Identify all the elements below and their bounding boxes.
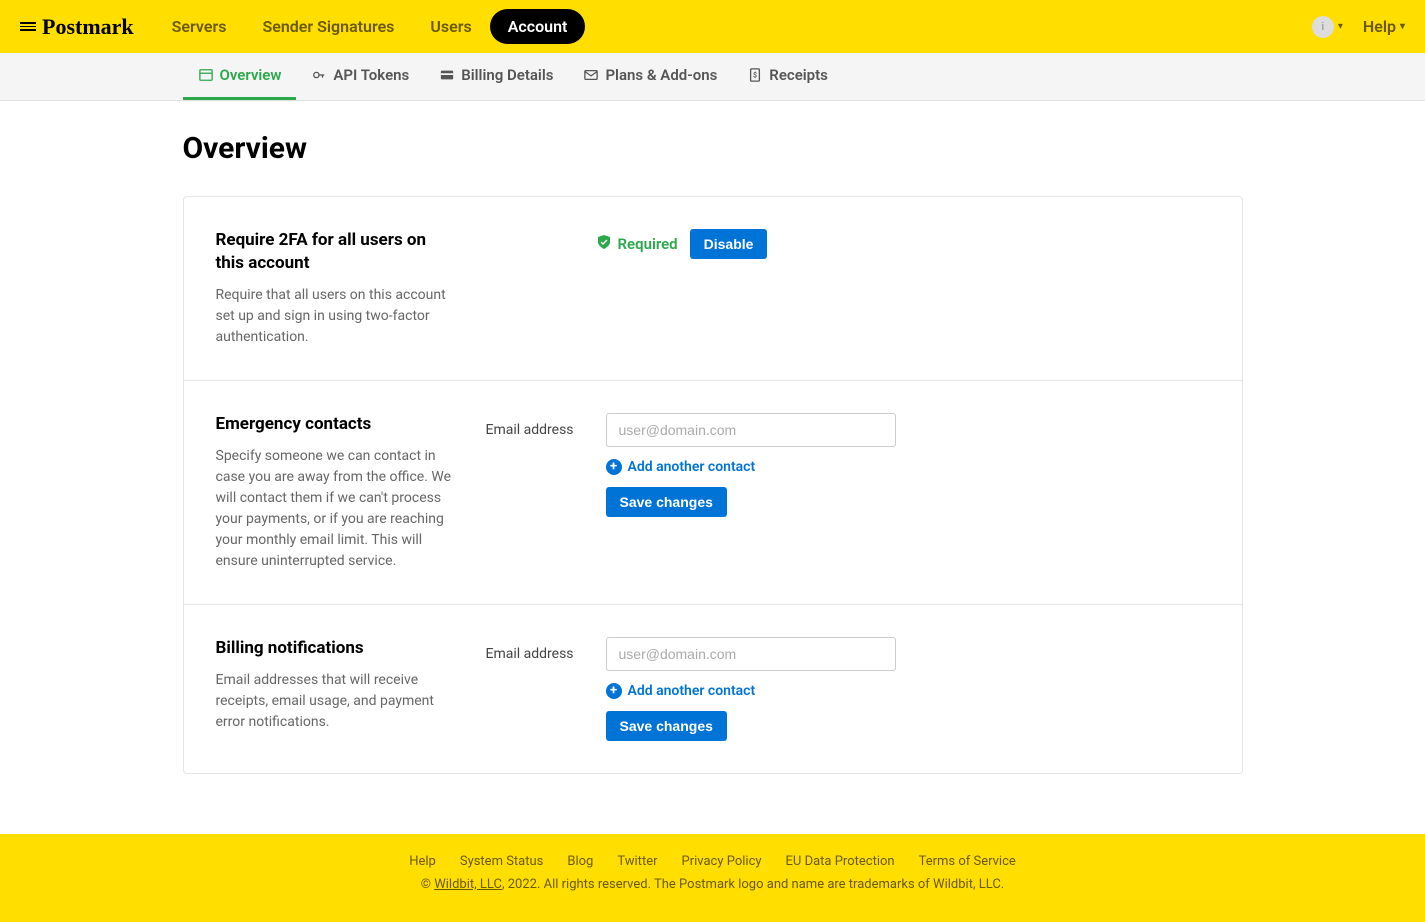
tab-plans-addons[interactable]: Plans & Add-ons	[568, 53, 732, 100]
page-title: Overview	[183, 131, 1243, 166]
tab-overview[interactable]: Overview	[183, 53, 297, 100]
email-label: Email address	[486, 646, 586, 662]
logo-text: Postmark	[42, 14, 134, 40]
logo-lines-icon	[20, 20, 36, 33]
section-title: Billing notifications	[216, 637, 456, 660]
add-link-label: Add another contact	[628, 683, 756, 699]
billing-email-input[interactable]	[606, 637, 896, 671]
tab-receipts[interactable]: $ Receipts	[732, 53, 843, 100]
tab-label: Receipts	[769, 66, 828, 84]
logo[interactable]: Postmark	[20, 14, 134, 40]
tab-label: Billing Details	[461, 66, 553, 84]
footer-link-help[interactable]: Help	[409, 854, 436, 869]
save-emergency-button[interactable]: Save changes	[606, 487, 727, 517]
svg-text:$: $	[753, 72, 757, 80]
key-icon	[311, 67, 327, 83]
footer-link-blog[interactable]: Blog	[567, 854, 593, 869]
help-menu[interactable]: Help ▾	[1363, 17, 1405, 36]
add-link-label: Add another contact	[628, 459, 756, 475]
nav-links: Servers Sender Signatures Users Account	[154, 7, 586, 46]
sub-nav: Overview API Tokens Billing Details Plan…	[0, 53, 1425, 101]
section-2fa: Require 2FA for all users on this accoun…	[184, 197, 1242, 381]
footer-link-privacy[interactable]: Privacy Policy	[682, 854, 762, 869]
nav-users[interactable]: Users	[412, 7, 489, 46]
footer-copyright: © Wildbit, LLC, 2022. All rights reserve…	[0, 877, 1425, 892]
card-icon	[198, 67, 214, 83]
add-emergency-contact-link[interactable]: + Add another contact	[606, 459, 1210, 475]
topnav-right: i ▾ Help ▾	[1312, 16, 1405, 38]
tab-label: Overview	[220, 66, 282, 84]
section-title: Require 2FA for all users on this accoun…	[216, 229, 456, 275]
status-text: Required	[618, 235, 678, 253]
footer-link-status[interactable]: System Status	[460, 854, 544, 869]
emergency-email-input[interactable]	[606, 413, 896, 447]
disable-2fa-button[interactable]: Disable	[690, 229, 768, 259]
plus-circle-icon: +	[606, 459, 622, 475]
section-desc: Specify someone we can contact in case y…	[216, 446, 456, 572]
footer-link-twitter[interactable]: Twitter	[617, 854, 657, 869]
section-desc: Email addresses that will receive receip…	[216, 670, 456, 733]
add-billing-contact-link[interactable]: + Add another contact	[606, 683, 1210, 699]
envelope-icon	[583, 67, 599, 83]
save-billing-button[interactable]: Save changes	[606, 711, 727, 741]
tab-label: Plans & Add-ons	[605, 66, 717, 84]
email-label: Email address	[486, 422, 586, 438]
user-menu[interactable]: i ▾	[1312, 16, 1343, 38]
nav-sender-signatures[interactable]: Sender Signatures	[244, 7, 412, 46]
status-badge: Required	[596, 234, 678, 254]
shield-check-icon	[596, 234, 612, 254]
nav-servers[interactable]: Servers	[154, 7, 245, 46]
caret-down-icon: ▾	[1400, 21, 1405, 32]
tab-api-tokens[interactable]: API Tokens	[296, 53, 424, 100]
footer-copy-rest: , 2022. All rights reserved. The Postmar…	[502, 877, 1004, 892]
receipt-icon: $	[747, 67, 763, 83]
plus-circle-icon: +	[606, 683, 622, 699]
tab-label: API Tokens	[333, 66, 409, 84]
nav-account[interactable]: Account	[490, 9, 586, 44]
avatar-icon: i	[1312, 16, 1334, 38]
section-emergency-contacts: Emergency contacts Specify someone we ca…	[184, 381, 1242, 605]
footer-link-terms[interactable]: Terms of Service	[919, 854, 1016, 869]
section-title: Emergency contacts	[216, 413, 456, 436]
creditcard-icon	[439, 67, 455, 83]
main-content: Overview Require 2FA for all users on th…	[163, 101, 1263, 834]
help-label: Help	[1363, 17, 1396, 36]
top-nav: Postmark Servers Sender Signatures Users…	[0, 0, 1425, 53]
section-billing-notifications: Billing notifications Email addresses th…	[184, 605, 1242, 773]
footer-link-eu-data[interactable]: EU Data Protection	[786, 854, 895, 869]
tab-billing-details[interactable]: Billing Details	[424, 53, 568, 100]
section-desc: Require that all users on this account s…	[216, 285, 456, 348]
caret-down-icon: ▾	[1338, 21, 1343, 32]
settings-card: Require 2FA for all users on this accoun…	[183, 196, 1243, 774]
footer-company-link[interactable]: Wildbit, LLC	[434, 877, 502, 892]
